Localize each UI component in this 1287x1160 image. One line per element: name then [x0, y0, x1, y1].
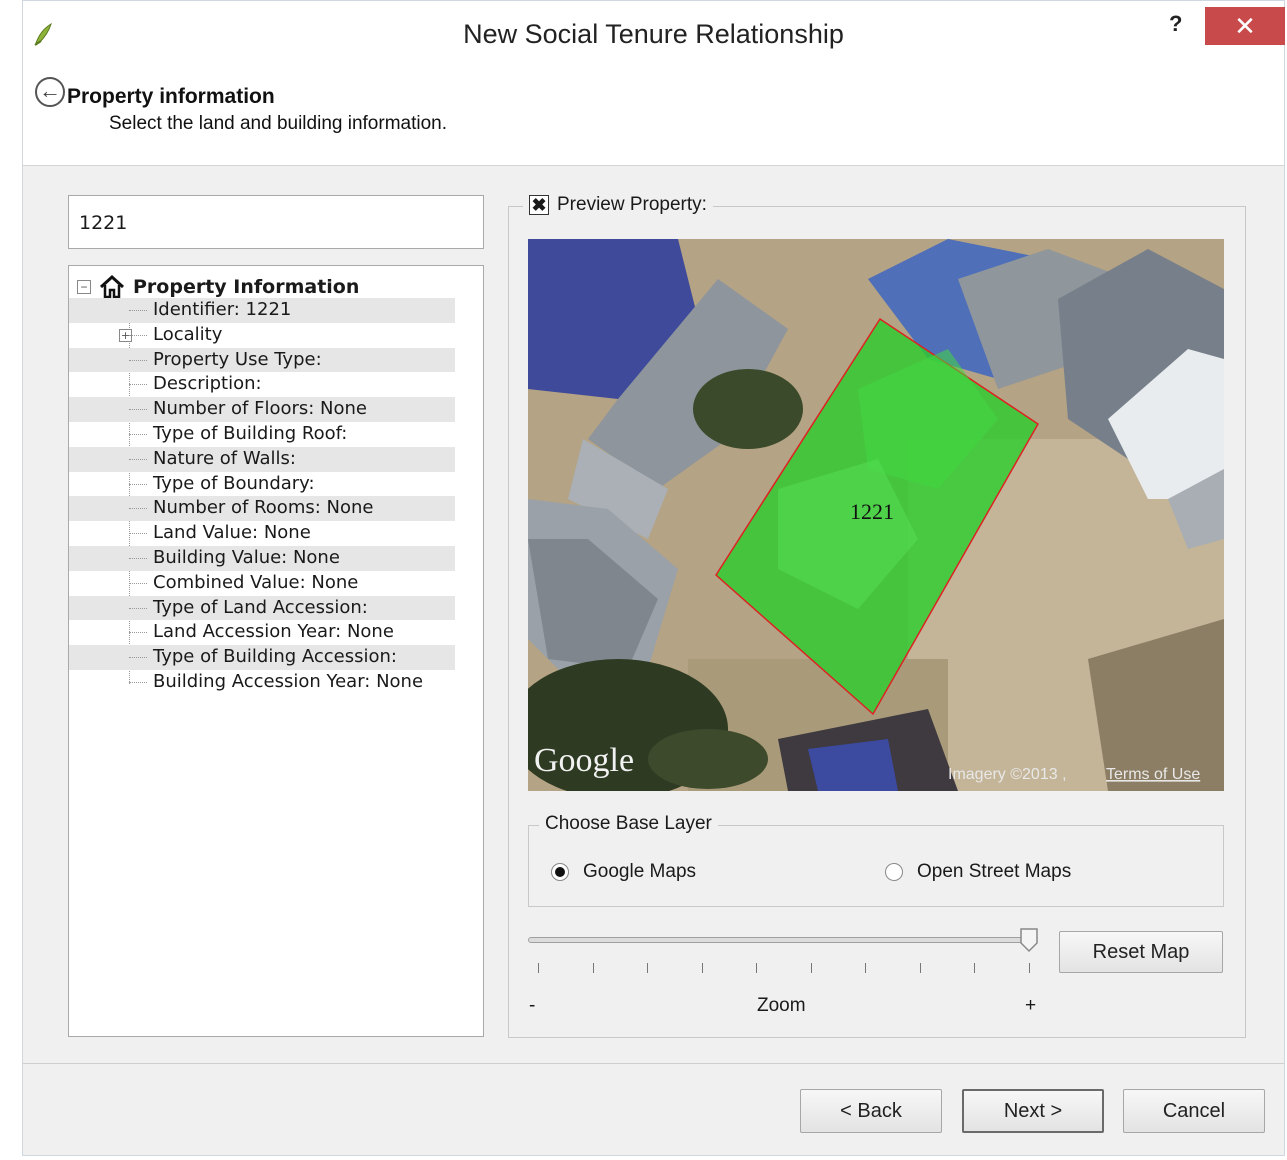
- tree-item[interactable]: Property Use Type:: [69, 347, 455, 373]
- tree-branch-line: [129, 681, 147, 683]
- footer-divider: [23, 1063, 1284, 1064]
- zoom-tick: [538, 963, 539, 973]
- zoom-tick: [1028, 963, 1030, 973]
- radio-unselected-icon[interactable]: [885, 863, 903, 881]
- close-button[interactable]: ✕: [1205, 7, 1285, 45]
- zoom-tick: [810, 963, 812, 973]
- reset-map-button[interactable]: Reset Map: [1059, 931, 1223, 973]
- tree-root-label: Property Information: [133, 276, 360, 298]
- page-subtitle: Select the land and building information…: [109, 113, 448, 134]
- tree-branch-line: [129, 632, 147, 634]
- tree-item-label: Combined Value: None: [153, 571, 359, 593]
- cancel-button[interactable]: Cancel: [1123, 1089, 1265, 1133]
- wizard-header: ← Property information Select the land a…: [23, 67, 1284, 166]
- radio-selected-icon[interactable]: [551, 863, 569, 881]
- tree-items: Identifier: 1221 + Locality Property Use Ty…: [69, 298, 455, 695]
- tree-item[interactable]: Number of Rooms: None: [69, 496, 455, 522]
- google-logo: Google: [534, 742, 634, 779]
- preview-checkbox-label: Preview Property:: [557, 194, 707, 215]
- tree-branch-line: [129, 533, 147, 535]
- tree-item-label: Description:: [153, 373, 262, 395]
- tree-item-label: Property Use Type:: [153, 348, 322, 370]
- checkbox-checked-icon[interactable]: ✖: [529, 195, 549, 215]
- tree-item-label: Building Accession Year: None: [153, 670, 424, 692]
- tree-item[interactable]: Land Accession Year: None: [69, 620, 455, 645]
- page-title: Property information: [67, 85, 275, 108]
- zoom-label: Zoom: [757, 995, 806, 1016]
- window-title: New Social Tenure Relationship: [463, 19, 844, 49]
- title-bar: New Social Tenure Relationship ? ✕: [23, 1, 1285, 68]
- home-icon: [99, 275, 125, 299]
- tree-item[interactable]: Number of Floors: None: [69, 397, 455, 422]
- tree-item[interactable]: Type of Building Accession:: [69, 645, 455, 670]
- tree-branch-line: [129, 359, 147, 361]
- tree-branch-line: [129, 334, 147, 336]
- zoom-slider[interactable]: [528, 937, 1028, 943]
- tree-item[interactable]: Land Value: None: [69, 521, 455, 546]
- tree-branch-line: [129, 433, 147, 435]
- tree-item[interactable]: Building Accession Year: None: [69, 670, 455, 695]
- property-tree[interactable]: − Property Information Identifier: 1221 +…: [68, 265, 484, 1037]
- base-layer-legend: Choose Base Layer: [539, 813, 718, 835]
- tree-branch-line: [129, 557, 147, 559]
- zoom-tick: [919, 963, 921, 973]
- tree-item[interactable]: + Locality: [69, 323, 455, 348]
- terms-of-use-link[interactable]: Terms of Use: [1106, 766, 1200, 783]
- collapse-icon[interactable]: −: [77, 280, 91, 294]
- radio-open-street-maps[interactable]: Open Street Maps: [885, 861, 1071, 883]
- radio-google-maps-label: Google Maps: [583, 861, 697, 882]
- zoom-tick: [865, 963, 866, 973]
- tree-item[interactable]: Description:: [69, 372, 455, 397]
- zoom-tick: [756, 963, 757, 973]
- tree-branch-line: [129, 409, 147, 411]
- help-button[interactable]: ?: [1169, 11, 1182, 37]
- imagery-credit: Imagery ©2013 ,: [948, 766, 1067, 783]
- next-button[interactable]: Next >: [962, 1089, 1104, 1133]
- tree-item-label: Number of Rooms: None: [153, 497, 374, 519]
- tree-branch-line: [129, 582, 147, 584]
- zoom-minus-label: -: [529, 995, 536, 1016]
- tree-branch-line: [129, 657, 147, 659]
- tree-item-label: Type of Boundary:: [153, 472, 315, 494]
- tree-branch-line: [129, 508, 147, 510]
- tree-branch-line: [129, 458, 147, 460]
- tree-item-label: Nature of Walls:: [153, 447, 296, 469]
- preview-checkbox[interactable]: ✖ Preview Property:: [523, 194, 713, 216]
- back-button[interactable]: < Back: [800, 1089, 942, 1133]
- radio-osm-label: Open Street Maps: [917, 861, 1072, 882]
- zoom-tick: [701, 963, 703, 973]
- tree-item-label: Type of Building Roof:: [153, 422, 348, 444]
- property-search-input[interactable]: 1221: [68, 195, 484, 249]
- zoom-tick: [647, 963, 648, 973]
- tree-item-label: Locality: [153, 323, 223, 345]
- zoom-slider-handle[interactable]: [1019, 927, 1039, 953]
- tree-item[interactable]: Type of Building Roof:: [69, 422, 455, 447]
- tree-item[interactable]: Type of Land Accession:: [69, 595, 455, 621]
- zoom-tick: [974, 963, 975, 973]
- tree-branch-line: [129, 483, 147, 485]
- parcel-label: 1221: [850, 499, 894, 524]
- tree-item[interactable]: Building Value: None: [69, 545, 455, 571]
- dialog-window: New Social Tenure Relationship ? ✕ ← Pro…: [22, 0, 1285, 1156]
- back-arrow-icon[interactable]: ←: [35, 77, 65, 107]
- tree-item[interactable]: Nature of Walls:: [69, 446, 455, 472]
- tree-item-label: Identifier: 1221: [153, 299, 292, 320]
- tree-branch-line: [129, 384, 147, 386]
- tree-item[interactable]: Identifier: 1221: [69, 298, 455, 323]
- map-preview[interactable]: 1221 Google Imagery ©2013 , Terms of Use: [528, 239, 1224, 791]
- tree-branch-line: [129, 607, 147, 609]
- tree-item[interactable]: Type of Boundary:: [69, 472, 455, 497]
- tree-item[interactable]: Combined Value: None: [69, 571, 455, 596]
- zoom-tick: [592, 963, 594, 973]
- zoom-plus-label: +: [1025, 995, 1037, 1016]
- tree-item-label: Building Value: None: [153, 546, 340, 568]
- satellite-map-image: 1221 Google Imagery ©2013 , Terms of Use: [528, 239, 1224, 791]
- tree-item-label: Type of Land Accession:: [153, 596, 368, 618]
- tree-item-label: Land Value: None: [153, 522, 311, 544]
- tree-item-label: Number of Floors: None: [153, 398, 368, 420]
- radio-google-maps[interactable]: Google Maps: [551, 861, 696, 883]
- tree-item-label: Land Accession Year: None: [153, 621, 394, 643]
- tree-branch-line: [129, 310, 147, 311]
- tree-item-label: Type of Building Accession:: [153, 646, 397, 668]
